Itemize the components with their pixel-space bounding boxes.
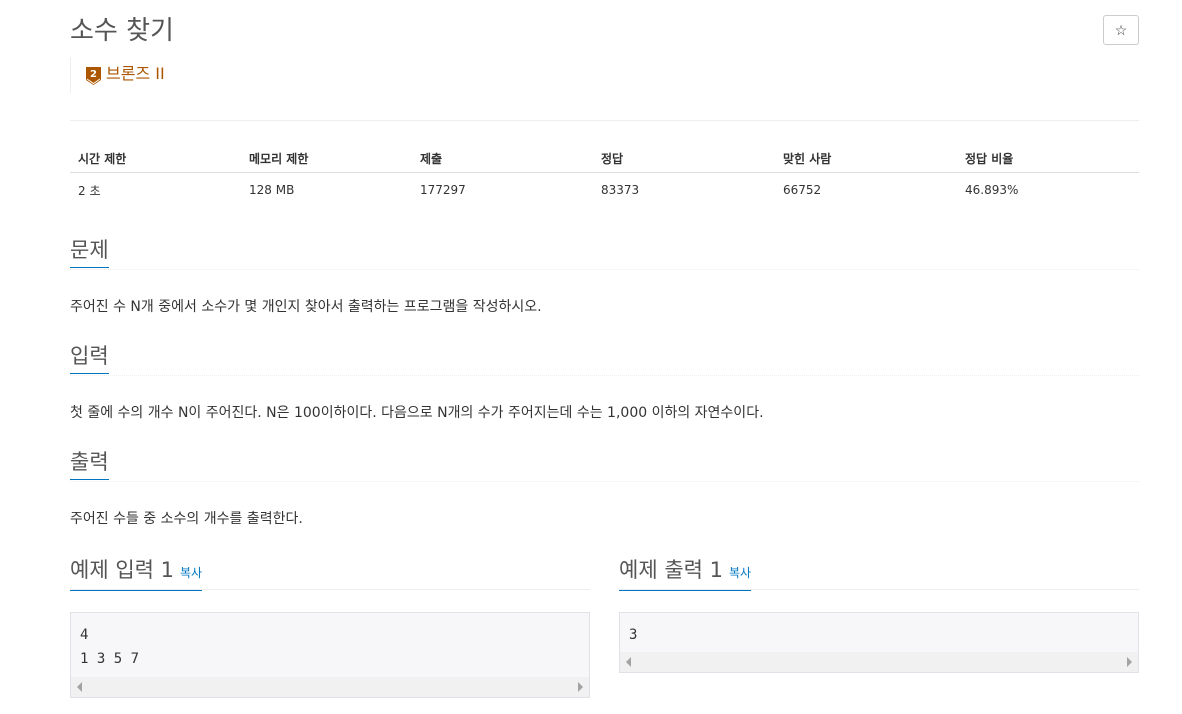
divider — [70, 120, 1139, 121]
problem-tier: 2 브론즈 II — [70, 57, 165, 93]
output-section-header: 출력 — [70, 447, 1139, 482]
problem-page: 소수 찾기 ☆ 2 브론즈 II 시간 제한 메모리 제한 제출 정답 맞힌 사… — [70, 0, 1139, 714]
bronze-tier-icon: 2 — [86, 67, 101, 85]
accept-ratio-value: 46.893% — [965, 183, 1019, 197]
scroll-left-icon[interactable] — [77, 682, 82, 692]
output-heading: 출력 — [70, 447, 109, 480]
horizontal-scrollbar[interactable] — [620, 652, 1138, 672]
problem-title: 소수 찾기 — [70, 16, 174, 46]
scroll-right-icon[interactable] — [1127, 657, 1132, 667]
table-header-row: 시간 제한 메모리 제한 제출 정답 맞힌 사람 정답 비율 — [70, 144, 1139, 173]
memory-limit-value: 128 MB — [249, 183, 295, 197]
star-icon: ☆ — [1114, 21, 1128, 38]
input-section-header: 입력 — [70, 341, 1139, 376]
header-submissions: 제출 — [412, 144, 593, 173]
description-text: 주어진 수 N개 중에서 소수가 몇 개인지 찾아서 출력하는 프로그램을 작성… — [70, 299, 542, 315]
table-row: 2 초 128 MB 177297 83373 66752 46.893% — [70, 173, 1139, 208]
horizontal-scrollbar[interactable] — [71, 677, 589, 697]
tier-label[interactable]: 브론즈 II — [106, 64, 165, 84]
header-accept-ratio: 정답 비율 — [957, 144, 1139, 173]
sample-input-box[interactable]: 4 1 3 5 7 — [70, 612, 590, 698]
header-memory-limit: 메모리 제한 — [241, 144, 412, 173]
sample-input-content: 4 1 3 5 7 — [80, 627, 140, 667]
star-button[interactable]: ☆ — [1103, 15, 1139, 45]
accepted-value: 83373 — [601, 183, 640, 197]
output-text: 주어진 수들 중 소수의 개수를 출력한다. — [70, 511, 303, 527]
problem-info-table: 시간 제한 메모리 제한 제출 정답 맞힌 사람 정답 비율 2 초 128 M… — [70, 144, 1139, 207]
header-accepted: 정답 — [593, 144, 775, 173]
time-limit-value: 2 초 — [78, 183, 101, 198]
sample-output-heading: 예제 출력 1 복사 — [619, 555, 752, 591]
description-heading: 문제 — [70, 235, 109, 268]
sample-input-title: 예제 입력 1 — [70, 558, 174, 582]
scroll-left-icon[interactable] — [626, 657, 631, 667]
sample-input-heading: 예제 입력 1 복사 — [70, 555, 203, 591]
header-time-limit: 시간 제한 — [70, 144, 241, 173]
sample-output-box[interactable]: 3 — [619, 612, 1139, 673]
input-heading: 입력 — [70, 341, 109, 374]
copy-sample-output-button[interactable]: 복사 — [729, 566, 751, 580]
sample-output-header: 예제 출력 1 복사 — [619, 555, 1139, 591]
sample-input-header: 예제 입력 1 복사 — [70, 555, 590, 591]
tier-badge-number: 2 — [90, 69, 97, 80]
solved-users-value: 66752 — [783, 183, 822, 197]
copy-sample-input-button[interactable]: 복사 — [180, 566, 202, 580]
header-solved-users: 맞힌 사람 — [775, 144, 957, 173]
sample-output-title: 예제 출력 1 — [619, 558, 723, 582]
scroll-right-icon[interactable] — [578, 682, 583, 692]
submissions-value: 177297 — [420, 183, 466, 197]
description-section-header: 문제 — [70, 235, 1139, 270]
input-text: 첫 줄에 수의 개수 N이 주어진다. N은 100이하이다. 다음으로 N개의… — [70, 405, 764, 421]
sample-output-content: 3 — [629, 627, 638, 643]
